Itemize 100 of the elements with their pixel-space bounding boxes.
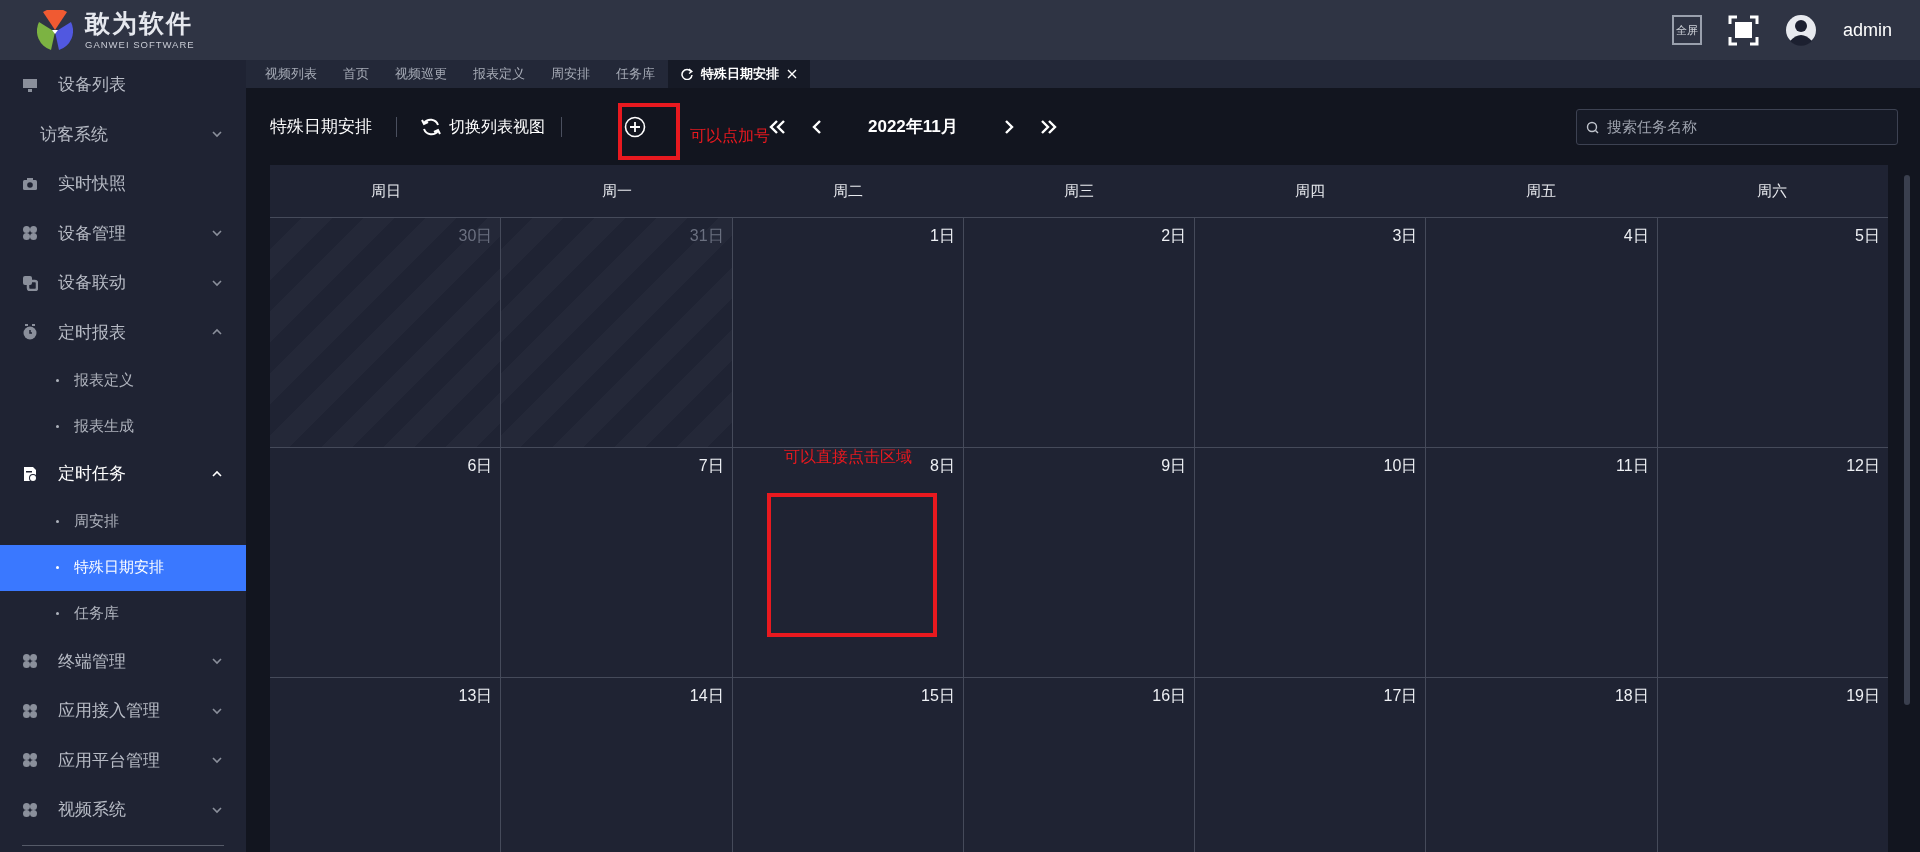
- camera-icon: [22, 175, 38, 192]
- sidebar-item[interactable]: 设备管理: [0, 208, 246, 258]
- day-cell[interactable]: 11日: [1426, 448, 1658, 677]
- sidebar-label: 定时报表: [58, 321, 126, 344]
- day-number: 11日: [1616, 456, 1649, 476]
- sidebar-subitem[interactable]: 报表定义: [0, 357, 246, 403]
- sidebar-item[interactable]: 设备联动: [0, 258, 246, 308]
- day-cell[interactable]: 12日: [1657, 448, 1888, 677]
- sync-icon: [421, 116, 441, 137]
- day-number: 2日: [1161, 226, 1187, 246]
- sidebar-label: 视频系统: [58, 799, 126, 821]
- sidebar-item[interactable]: 应用接入管理: [0, 686, 246, 736]
- annotation-text: 可以点加号: [690, 126, 770, 146]
- day-cell[interactable]: 6日: [270, 448, 502, 677]
- tab[interactable]: 视频列表: [252, 60, 330, 88]
- grid-icon: [22, 225, 38, 242]
- weekday-label: 周三: [1064, 180, 1094, 201]
- sidebar-item[interactable]: 定时任务: [0, 449, 246, 499]
- day-cell[interactable]: 10日: [1195, 448, 1427, 677]
- sidebar-label: 报表定义: [74, 369, 134, 390]
- day-number: 9日: [1161, 456, 1187, 476]
- tab[interactable]: 视频巡更: [382, 60, 460, 88]
- tab[interactable]: 报表定义: [460, 60, 538, 88]
- day-cell[interactable]: 18日: [1426, 678, 1658, 852]
- add-button[interactable]: [623, 114, 647, 139]
- sidebar-label: 实时快照: [58, 173, 126, 195]
- day-cell[interactable]: 3日: [1195, 218, 1427, 447]
- day-number: 5日: [1855, 226, 1880, 246]
- tab[interactable]: 任务库: [603, 60, 668, 88]
- sidebar-item[interactable]: 终端管理: [0, 636, 246, 686]
- document-icon: [22, 465, 38, 482]
- sidebar-label: 设备管理: [58, 222, 126, 245]
- tab[interactable]: 周安排: [538, 60, 603, 88]
- sidebar-subitem[interactable]: 任务库: [0, 590, 246, 637]
- sidebar-item[interactable]: 设备列表: [0, 60, 246, 110]
- double-right-icon: [1039, 119, 1057, 136]
- weekday-label: 周五: [1526, 180, 1557, 201]
- avatar-icon: [1784, 14, 1817, 46]
- bullet-icon: [56, 520, 59, 523]
- grid-icon: [22, 653, 38, 670]
- sidebar-item[interactable]: 实时快照: [0, 159, 246, 209]
- link-icon: [22, 274, 38, 291]
- search-field[interactable]: 搜索任务名称: [1576, 108, 1898, 145]
- day-cell[interactable]: 5日: [1657, 218, 1888, 447]
- day-cell[interactable]: 2日: [963, 218, 1196, 447]
- sidebar-item[interactable]: 视频系统: [0, 785, 246, 835]
- sidebar-item[interactable]: 访客系统: [0, 109, 246, 159]
- day-number: 10日: [1383, 456, 1418, 476]
- day-cell[interactable]: 1日: [732, 218, 964, 447]
- sidebar-label: 定时任务: [58, 463, 126, 485]
- day-cell[interactable]: 4日: [1426, 218, 1658, 447]
- day-cell[interactable]: 15日: [732, 678, 964, 852]
- user-name: admin: [1842, 18, 1892, 42]
- switch-view-button[interactable]: 切换列表视图: [421, 114, 545, 139]
- monitor-icon: [22, 76, 38, 93]
- page-title: 特殊日期安排: [270, 115, 372, 138]
- month-label: 2022年11月: [868, 115, 958, 138]
- day-cell[interactable]: 7日: [501, 448, 733, 677]
- day-number: 14日: [689, 686, 724, 706]
- bullet-icon: [56, 566, 59, 569]
- sidebar-subitem[interactable]: 特殊日期安排: [0, 544, 246, 591]
- day-number: 13日: [458, 686, 493, 706]
- day-cell[interactable]: 17日: [1195, 678, 1427, 852]
- bullet-icon: [56, 424, 59, 428]
- sidebar-label: 设备列表: [58, 74, 126, 96]
- tab[interactable]: 特殊日期安排: [668, 60, 810, 88]
- day-number: 19日: [1846, 686, 1880, 706]
- annotation-text: 可以直接点击区域: [784, 447, 912, 467]
- chevron-left-icon: [812, 119, 822, 136]
- close-icon: [787, 69, 797, 79]
- grid-icon: [22, 752, 38, 769]
- logo-title: 敢为软件: [85, 10, 194, 36]
- grid-icon: [22, 801, 38, 818]
- day-number: 16日: [1152, 686, 1187, 706]
- day-number: 7日: [698, 456, 724, 476]
- day-cell[interactable]: 14日: [501, 678, 733, 852]
- day-number: 12日: [1846, 456, 1880, 476]
- fullscreen-button[interactable]: 全屏: [1671, 15, 1702, 45]
- day-number: 15日: [921, 686, 955, 706]
- weekday-label: 周四: [1295, 180, 1326, 201]
- plus-circle-icon: [624, 115, 646, 138]
- weekday-label: 周六: [1757, 180, 1788, 201]
- maximize-icon: [1727, 14, 1759, 46]
- day-cell[interactable]: 13日: [270, 678, 502, 852]
- day-number: 4日: [1623, 226, 1649, 246]
- day-cell[interactable]: 16日: [963, 678, 1196, 852]
- sidebar-item[interactable]: 定时报表: [0, 307, 246, 357]
- day-cell[interactable]: 9日: [963, 448, 1196, 677]
- day-number: 8日: [929, 456, 955, 476]
- sidebar-subitem[interactable]: 周安排: [0, 498, 246, 545]
- sidebar-subitem[interactable]: 报表生成: [0, 403, 246, 449]
- highlight-frame: [618, 103, 680, 160]
- sidebar-label: 任务库: [74, 603, 119, 624]
- weekday-label: 周二: [832, 180, 863, 201]
- day-cell[interactable]: 19日: [1657, 678, 1888, 852]
- tab[interactable]: 首页: [330, 60, 382, 88]
- sidebar-item[interactable]: 应用平台管理: [0, 735, 246, 785]
- sidebar-label: 访客系统: [40, 123, 108, 146]
- sidebar-label: 终端管理: [58, 650, 126, 673]
- scrollbar[interactable]: [1904, 175, 1910, 705]
